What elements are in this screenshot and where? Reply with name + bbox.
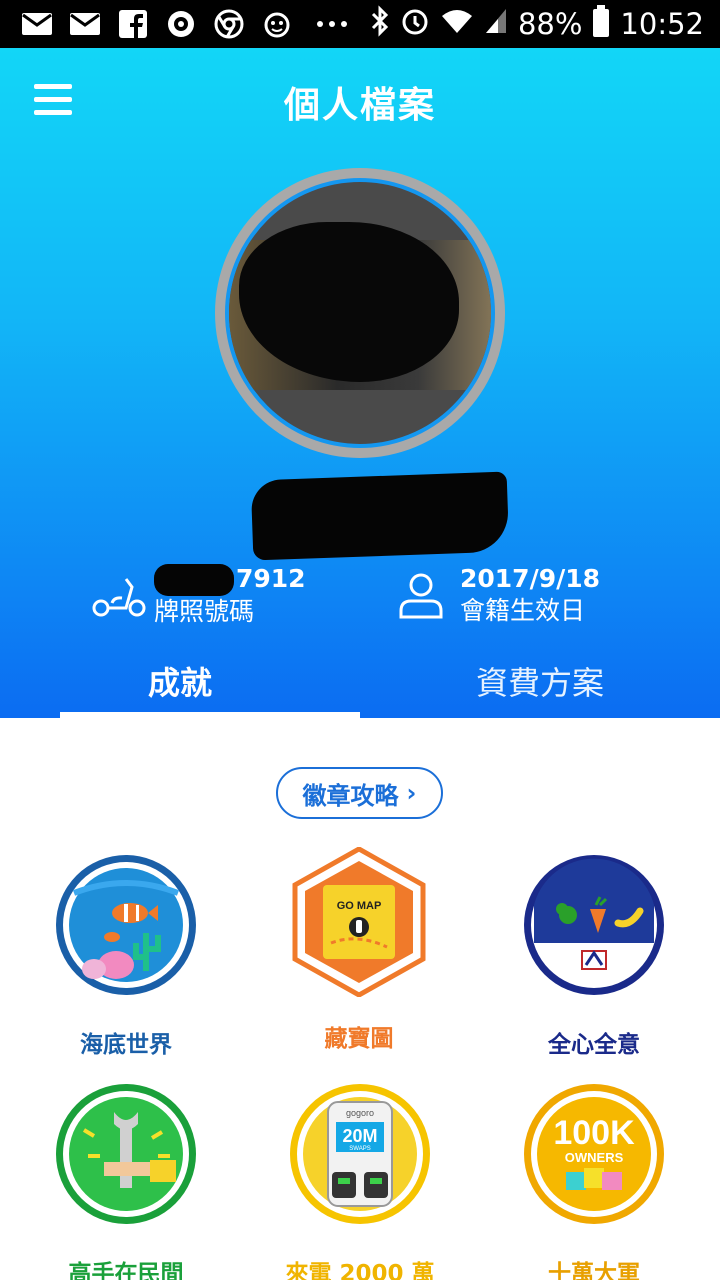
owners-sub-text: OWNERS xyxy=(565,1150,624,1165)
badge-label: 藏寶圖 xyxy=(324,1026,394,1052)
grocery-badge-icon xyxy=(522,853,666,997)
mail-icon xyxy=(20,7,54,41)
battery-swap-badge-icon: gogoro 20M SWAPS xyxy=(288,1082,432,1226)
person-icon xyxy=(398,571,452,621)
badge-label: 海底世界 xyxy=(80,1032,172,1058)
map-badge-text: GO MAP xyxy=(337,900,382,912)
alarm-icon xyxy=(400,6,430,43)
clock: 10:52 xyxy=(620,7,704,41)
map-badge-icon: GO MAP xyxy=(287,846,431,998)
badge-label: 十萬大軍 xyxy=(548,1261,640,1280)
scooter-icon xyxy=(92,571,146,621)
badge-label: 高手在民間 xyxy=(68,1261,184,1280)
status-bar: 88% 10:52 xyxy=(0,0,720,48)
badge-label: 來電 2000 萬 xyxy=(285,1261,435,1280)
swap-sub-text: SWAPS xyxy=(349,1146,370,1152)
member-label: 會籍生效日 xyxy=(460,596,586,625)
tab-bar: 成就 資費方案 xyxy=(0,648,720,718)
mail-icon xyxy=(68,7,102,41)
app-icon xyxy=(164,7,198,41)
badge-all-heart[interactable]: 全心全意 xyxy=(494,853,694,1059)
chevron-right-icon: › xyxy=(406,779,417,807)
badge-master[interactable]: 高手在民間 xyxy=(26,1082,226,1280)
badge-treasure-map[interactable]: GO MAP 藏寶圖 xyxy=(259,846,459,1053)
badge-guide-label: 徽章攻略 xyxy=(302,781,399,810)
badge-ocean-world[interactable]: 海底世界 xyxy=(26,853,226,1059)
wrench-badge-icon xyxy=(54,1082,198,1226)
owners-count-text: 100K xyxy=(553,1114,635,1152)
brand-text: gogoro xyxy=(346,1108,374,1118)
plate-label: 牌照號碼 xyxy=(154,597,255,626)
member-info: 2017/9/18 會籍生效日 xyxy=(398,563,600,627)
swap-count-text: 20M xyxy=(342,1126,377,1146)
page-title: 個人檔案 xyxy=(283,85,436,126)
battery-icon xyxy=(592,4,610,44)
owners-badge-icon: 100K OWNERS xyxy=(522,1082,666,1226)
badge-20m-swaps[interactable]: gogoro 20M SWAPS 來電 2000 萬 xyxy=(260,1082,460,1280)
plate-info: 7912 牌照號碼 xyxy=(92,563,306,628)
facebook-icon xyxy=(116,7,150,41)
avatar[interactable] xyxy=(215,168,505,458)
plate-number: 7912 xyxy=(236,564,306,593)
badge-guide-button[interactable]: 徽章攻略 › xyxy=(276,767,443,819)
battery-percent: 88% xyxy=(517,7,583,41)
member-date: 2017/9/18 xyxy=(460,564,601,593)
plate-redacted xyxy=(154,564,234,596)
bluetooth-icon xyxy=(370,4,390,44)
tab-achievements[interactable]: 成就 xyxy=(0,648,360,718)
user-name-redacted xyxy=(250,471,510,561)
profile-header: 個人檔案 7912 牌照號碼 2017/9/18 會籍生效日 成就 資費方案 xyxy=(0,48,720,718)
signal-icon xyxy=(484,7,508,42)
tab-plans[interactable]: 資費方案 xyxy=(360,648,720,718)
face-icon xyxy=(260,7,294,41)
chrome-icon xyxy=(212,7,246,41)
avatar-photo xyxy=(225,178,495,448)
more-icon xyxy=(308,7,356,41)
badge-100k-owners[interactable]: 100K OWNERS 十萬大軍 xyxy=(494,1082,694,1280)
tab-indicator xyxy=(60,712,360,718)
badge-label: 全心全意 xyxy=(548,1032,640,1058)
ocean-badge-icon xyxy=(54,853,198,997)
wifi-icon xyxy=(440,7,474,42)
